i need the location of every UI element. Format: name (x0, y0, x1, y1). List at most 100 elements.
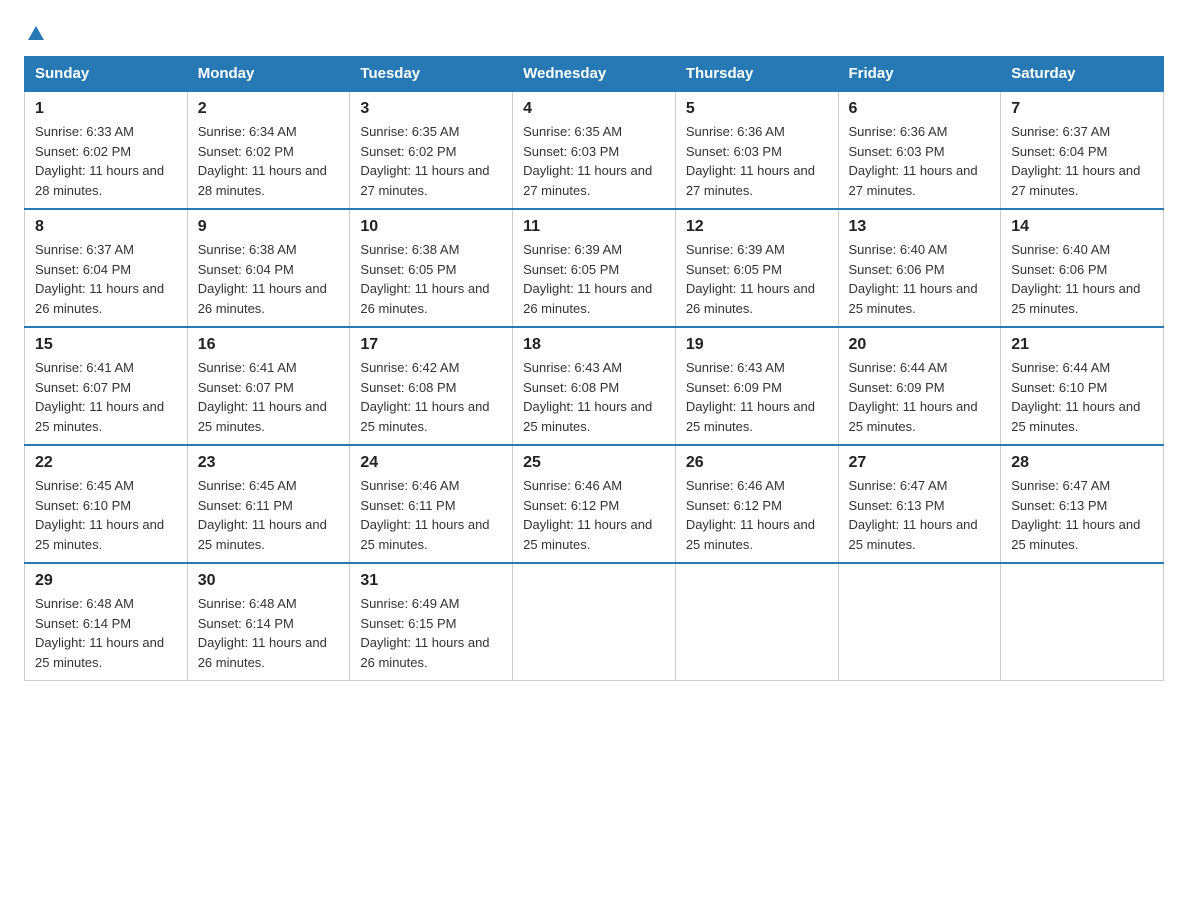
logo-icon (24, 24, 48, 44)
day-number: 8 (35, 218, 177, 236)
day-info: Sunrise: 6:36 AM Sunset: 6:03 PM Dayligh… (849, 122, 991, 200)
weekday-header: Tuesday (350, 57, 513, 92)
day-info: Sunrise: 6:41 AM Sunset: 6:07 PM Dayligh… (198, 358, 340, 436)
calendar-day-cell (838, 563, 1001, 681)
calendar-day-cell: 16 Sunrise: 6:41 AM Sunset: 6:07 PM Dayl… (187, 327, 350, 445)
calendar-day-cell: 23 Sunrise: 6:45 AM Sunset: 6:11 PM Dayl… (187, 445, 350, 563)
day-info: Sunrise: 6:44 AM Sunset: 6:09 PM Dayligh… (849, 358, 991, 436)
calendar-day-cell: 17 Sunrise: 6:42 AM Sunset: 6:08 PM Dayl… (350, 327, 513, 445)
calendar-day-cell: 22 Sunrise: 6:45 AM Sunset: 6:10 PM Dayl… (25, 445, 188, 563)
calendar-week-row: 22 Sunrise: 6:45 AM Sunset: 6:10 PM Dayl… (25, 445, 1164, 563)
calendar-day-cell: 31 Sunrise: 6:49 AM Sunset: 6:15 PM Dayl… (350, 563, 513, 681)
calendar-day-cell: 7 Sunrise: 6:37 AM Sunset: 6:04 PM Dayli… (1001, 91, 1164, 209)
day-number: 29 (35, 572, 177, 590)
calendar-day-cell: 14 Sunrise: 6:40 AM Sunset: 6:06 PM Dayl… (1001, 209, 1164, 327)
day-info: Sunrise: 6:47 AM Sunset: 6:13 PM Dayligh… (849, 476, 991, 554)
day-number: 25 (523, 454, 665, 472)
day-info: Sunrise: 6:39 AM Sunset: 6:05 PM Dayligh… (523, 240, 665, 318)
calendar-day-cell: 26 Sunrise: 6:46 AM Sunset: 6:12 PM Dayl… (675, 445, 838, 563)
day-number: 30 (198, 572, 340, 590)
calendar-day-cell: 6 Sunrise: 6:36 AM Sunset: 6:03 PM Dayli… (838, 91, 1001, 209)
day-info: Sunrise: 6:48 AM Sunset: 6:14 PM Dayligh… (35, 594, 177, 672)
day-info: Sunrise: 6:37 AM Sunset: 6:04 PM Dayligh… (35, 240, 177, 318)
day-number: 19 (686, 336, 828, 354)
weekday-header: Thursday (675, 57, 838, 92)
calendar-day-cell: 20 Sunrise: 6:44 AM Sunset: 6:09 PM Dayl… (838, 327, 1001, 445)
day-info: Sunrise: 6:36 AM Sunset: 6:03 PM Dayligh… (686, 122, 828, 200)
day-number: 20 (849, 336, 991, 354)
day-info: Sunrise: 6:43 AM Sunset: 6:08 PM Dayligh… (523, 358, 665, 436)
weekday-header: Friday (838, 57, 1001, 92)
calendar-week-row: 1 Sunrise: 6:33 AM Sunset: 6:02 PM Dayli… (25, 91, 1164, 209)
weekday-header: Monday (187, 57, 350, 92)
day-info: Sunrise: 6:33 AM Sunset: 6:02 PM Dayligh… (35, 122, 177, 200)
calendar-day-cell: 10 Sunrise: 6:38 AM Sunset: 6:05 PM Dayl… (350, 209, 513, 327)
day-number: 22 (35, 454, 177, 472)
calendar-day-cell: 24 Sunrise: 6:46 AM Sunset: 6:11 PM Dayl… (350, 445, 513, 563)
calendar-day-cell: 19 Sunrise: 6:43 AM Sunset: 6:09 PM Dayl… (675, 327, 838, 445)
weekday-header: Wednesday (513, 57, 676, 92)
day-info: Sunrise: 6:46 AM Sunset: 6:11 PM Dayligh… (360, 476, 502, 554)
calendar-day-cell: 3 Sunrise: 6:35 AM Sunset: 6:02 PM Dayli… (350, 91, 513, 209)
day-info: Sunrise: 6:38 AM Sunset: 6:04 PM Dayligh… (198, 240, 340, 318)
calendar-day-cell: 2 Sunrise: 6:34 AM Sunset: 6:02 PM Dayli… (187, 91, 350, 209)
day-number: 4 (523, 100, 665, 118)
day-info: Sunrise: 6:34 AM Sunset: 6:02 PM Dayligh… (198, 122, 340, 200)
calendar-day-cell: 5 Sunrise: 6:36 AM Sunset: 6:03 PM Dayli… (675, 91, 838, 209)
day-number: 18 (523, 336, 665, 354)
calendar-day-cell (513, 563, 676, 681)
day-info: Sunrise: 6:48 AM Sunset: 6:14 PM Dayligh… (198, 594, 340, 672)
day-number: 12 (686, 218, 828, 236)
calendar-day-cell: 15 Sunrise: 6:41 AM Sunset: 6:07 PM Dayl… (25, 327, 188, 445)
day-number: 24 (360, 454, 502, 472)
calendar-day-cell: 13 Sunrise: 6:40 AM Sunset: 6:06 PM Dayl… (838, 209, 1001, 327)
calendar-day-cell: 18 Sunrise: 6:43 AM Sunset: 6:08 PM Dayl… (513, 327, 676, 445)
day-info: Sunrise: 6:35 AM Sunset: 6:03 PM Dayligh… (523, 122, 665, 200)
day-number: 7 (1011, 100, 1153, 118)
calendar-day-cell: 30 Sunrise: 6:48 AM Sunset: 6:14 PM Dayl… (187, 563, 350, 681)
day-number: 17 (360, 336, 502, 354)
calendar-day-cell: 11 Sunrise: 6:39 AM Sunset: 6:05 PM Dayl… (513, 209, 676, 327)
calendar-day-cell: 4 Sunrise: 6:35 AM Sunset: 6:03 PM Dayli… (513, 91, 676, 209)
calendar-day-cell: 8 Sunrise: 6:37 AM Sunset: 6:04 PM Dayli… (25, 209, 188, 327)
day-number: 15 (35, 336, 177, 354)
logo (24, 24, 48, 40)
calendar-day-cell (1001, 563, 1164, 681)
day-info: Sunrise: 6:35 AM Sunset: 6:02 PM Dayligh… (360, 122, 502, 200)
day-info: Sunrise: 6:46 AM Sunset: 6:12 PM Dayligh… (686, 476, 828, 554)
calendar-day-cell: 28 Sunrise: 6:47 AM Sunset: 6:13 PM Dayl… (1001, 445, 1164, 563)
calendar-week-row: 8 Sunrise: 6:37 AM Sunset: 6:04 PM Dayli… (25, 209, 1164, 327)
calendar-day-cell: 1 Sunrise: 6:33 AM Sunset: 6:02 PM Dayli… (25, 91, 188, 209)
calendar-day-cell: 21 Sunrise: 6:44 AM Sunset: 6:10 PM Dayl… (1001, 327, 1164, 445)
calendar-day-cell: 29 Sunrise: 6:48 AM Sunset: 6:14 PM Dayl… (25, 563, 188, 681)
day-number: 6 (849, 100, 991, 118)
calendar-week-row: 15 Sunrise: 6:41 AM Sunset: 6:07 PM Dayl… (25, 327, 1164, 445)
calendar-table: SundayMondayTuesdayWednesdayThursdayFrid… (24, 56, 1164, 681)
day-number: 27 (849, 454, 991, 472)
day-number: 11 (523, 218, 665, 236)
calendar-day-cell: 9 Sunrise: 6:38 AM Sunset: 6:04 PM Dayli… (187, 209, 350, 327)
calendar-week-row: 29 Sunrise: 6:48 AM Sunset: 6:14 PM Dayl… (25, 563, 1164, 681)
day-number: 28 (1011, 454, 1153, 472)
day-info: Sunrise: 6:37 AM Sunset: 6:04 PM Dayligh… (1011, 122, 1153, 200)
day-info: Sunrise: 6:41 AM Sunset: 6:07 PM Dayligh… (35, 358, 177, 436)
day-info: Sunrise: 6:40 AM Sunset: 6:06 PM Dayligh… (849, 240, 991, 318)
calendar-day-cell: 25 Sunrise: 6:46 AM Sunset: 6:12 PM Dayl… (513, 445, 676, 563)
day-info: Sunrise: 6:40 AM Sunset: 6:06 PM Dayligh… (1011, 240, 1153, 318)
day-number: 13 (849, 218, 991, 236)
weekday-header: Saturday (1001, 57, 1164, 92)
day-info: Sunrise: 6:42 AM Sunset: 6:08 PM Dayligh… (360, 358, 502, 436)
day-number: 3 (360, 100, 502, 118)
day-number: 31 (360, 572, 502, 590)
day-number: 9 (198, 218, 340, 236)
day-number: 14 (1011, 218, 1153, 236)
day-info: Sunrise: 6:49 AM Sunset: 6:15 PM Dayligh… (360, 594, 502, 672)
day-info: Sunrise: 6:45 AM Sunset: 6:11 PM Dayligh… (198, 476, 340, 554)
day-info: Sunrise: 6:47 AM Sunset: 6:13 PM Dayligh… (1011, 476, 1153, 554)
day-number: 26 (686, 454, 828, 472)
day-number: 21 (1011, 336, 1153, 354)
day-info: Sunrise: 6:46 AM Sunset: 6:12 PM Dayligh… (523, 476, 665, 554)
day-number: 16 (198, 336, 340, 354)
day-info: Sunrise: 6:39 AM Sunset: 6:05 PM Dayligh… (686, 240, 828, 318)
day-number: 23 (198, 454, 340, 472)
